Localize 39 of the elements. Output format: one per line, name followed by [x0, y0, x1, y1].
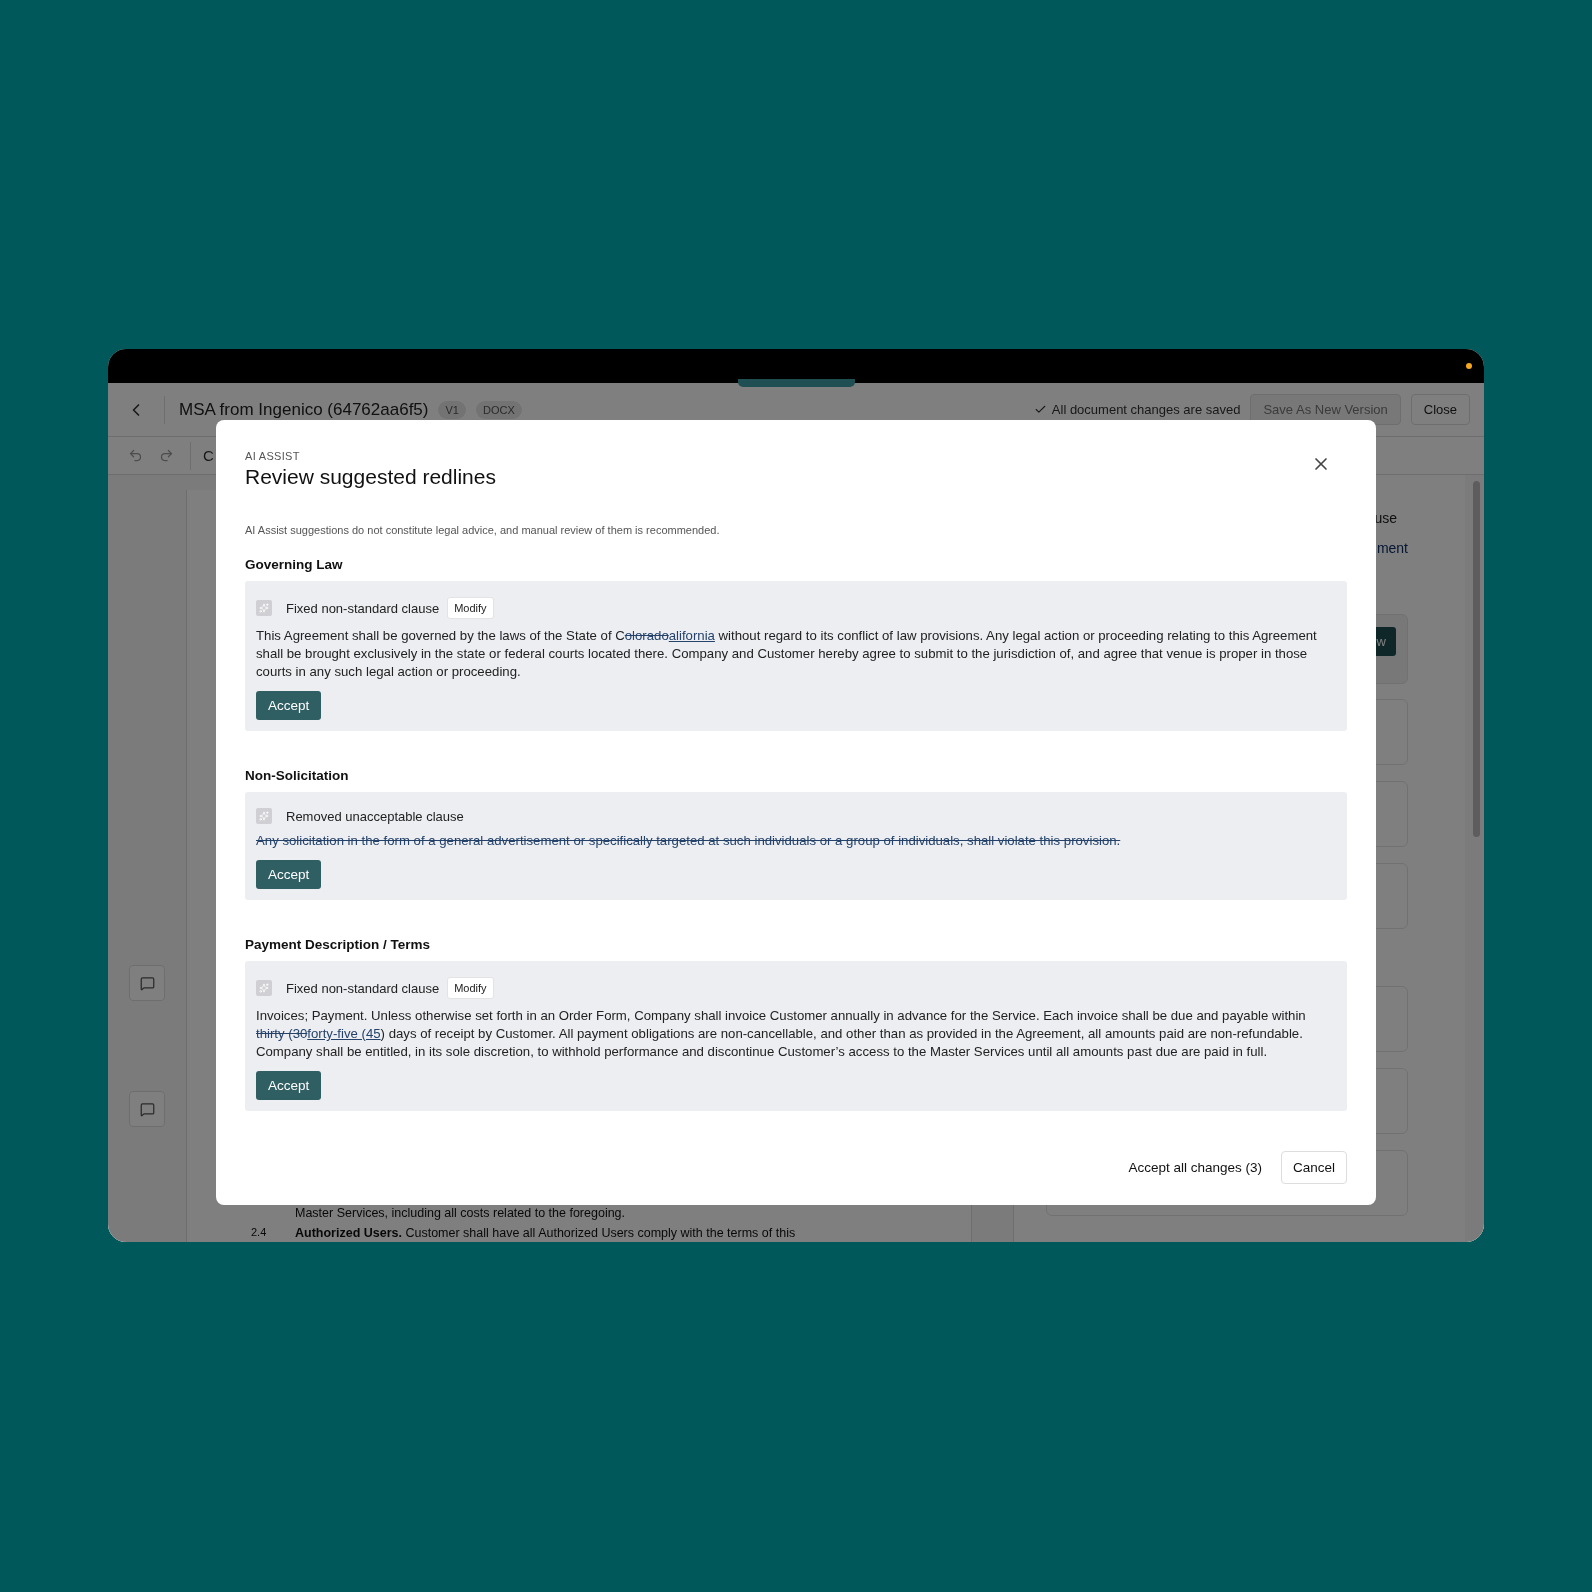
accept-button[interactable]: Accept: [256, 860, 322, 889]
comment-icon: [139, 1101, 155, 1117]
accept-button[interactable]: Accept: [256, 1071, 322, 1100]
suggestion-status: Fixed non-standard clause: [286, 600, 440, 616]
comment-icon: [139, 975, 155, 991]
modify-button[interactable]: Modify: [447, 597, 494, 619]
clause-text: Invoices; Payment. Unless otherwise set forth in an Order Form, Company shall invoice Customer annually in advance for the Service. Each invoice shall be due and payable within thirty (30forty-five (45) days of receipt by Customer. All payment obligations are non-cancellable, and other than as provided in the Agreement, all amounts paid are non-refundable. Company shall be entitled, in its sole discretion, to withhold performance and discontinue Customer’s access to the Master Services until all amounts past due are paid in full.: [256, 1007, 1307, 1061]
dialog-title: Review suggested redlines: [245, 465, 496, 489]
accept-button[interactable]: Accept: [256, 691, 322, 720]
status-dot: [1466, 363, 1472, 369]
disclaimer-text: AI Assist suggestions do not constitute legal advice, and manual review of them is recommended.: [245, 524, 721, 536]
panel-link[interactable]: ment: [1376, 540, 1408, 556]
section-heading: Governing Law: [245, 557, 344, 572]
check-icon: [1033, 403, 1047, 416]
document-title: MSA from Ingenico (64762aa6f5): [179, 399, 429, 420]
sparkle-icon: [256, 808, 272, 824]
suggestion-status: Removed unacceptable clause: [286, 808, 464, 824]
modify-button[interactable]: Modify: [447, 977, 494, 999]
sparkle-icon: [256, 980, 272, 996]
cancel-button[interactable]: Cancel: [1280, 1151, 1347, 1184]
document-badge: DOCX: [475, 400, 522, 419]
accept-all-button[interactable]: Accept all changes (3): [1128, 1160, 1262, 1175]
section-heading: Payment Description / Terms: [245, 937, 432, 952]
document-text: Authorized Users. Customer shall have all Authorized Users comply with the terms of this: [295, 1226, 796, 1240]
comment-button[interactable]: [129, 1091, 165, 1127]
sparkle-icon: [256, 600, 272, 616]
section-heading: Non-Solicitation: [245, 768, 350, 783]
section-number: 2.4: [251, 1226, 267, 1240]
close-button[interactable]: Close: [1410, 394, 1470, 425]
document-text: Master Services, including all costs related to the foregoing.: [295, 1206, 626, 1220]
save-status: All document changes are saved: [1051, 402, 1241, 417]
toolbar-text: C: [203, 447, 214, 464]
dialog-eyebrow: AI ASSIST: [245, 450, 301, 462]
comment-button[interactable]: [129, 965, 165, 1001]
clause-text: This Agreement shall be governed by the laws of the State of Coloradoalifornia without regard to its conflict of law provisions. Any legal action or proceeding relating to this Agreement shall be brought exclusively in the state or federal courts located there. Company and Customer hereby agree to submit to the jurisdiction of, and agree that venue is proper in those courts in any such legal action or proceeding.: [256, 627, 1318, 681]
scrollbar[interactable]: [1473, 481, 1480, 837]
document-badge: V1: [438, 400, 466, 419]
clause-text: Any solicitation in the form of a general advertisement or specifically targeted at such individuals or a group of individuals, shall violate this provision.: [256, 832, 1122, 850]
suggestion-status: Fixed non-standard clause: [286, 980, 440, 996]
